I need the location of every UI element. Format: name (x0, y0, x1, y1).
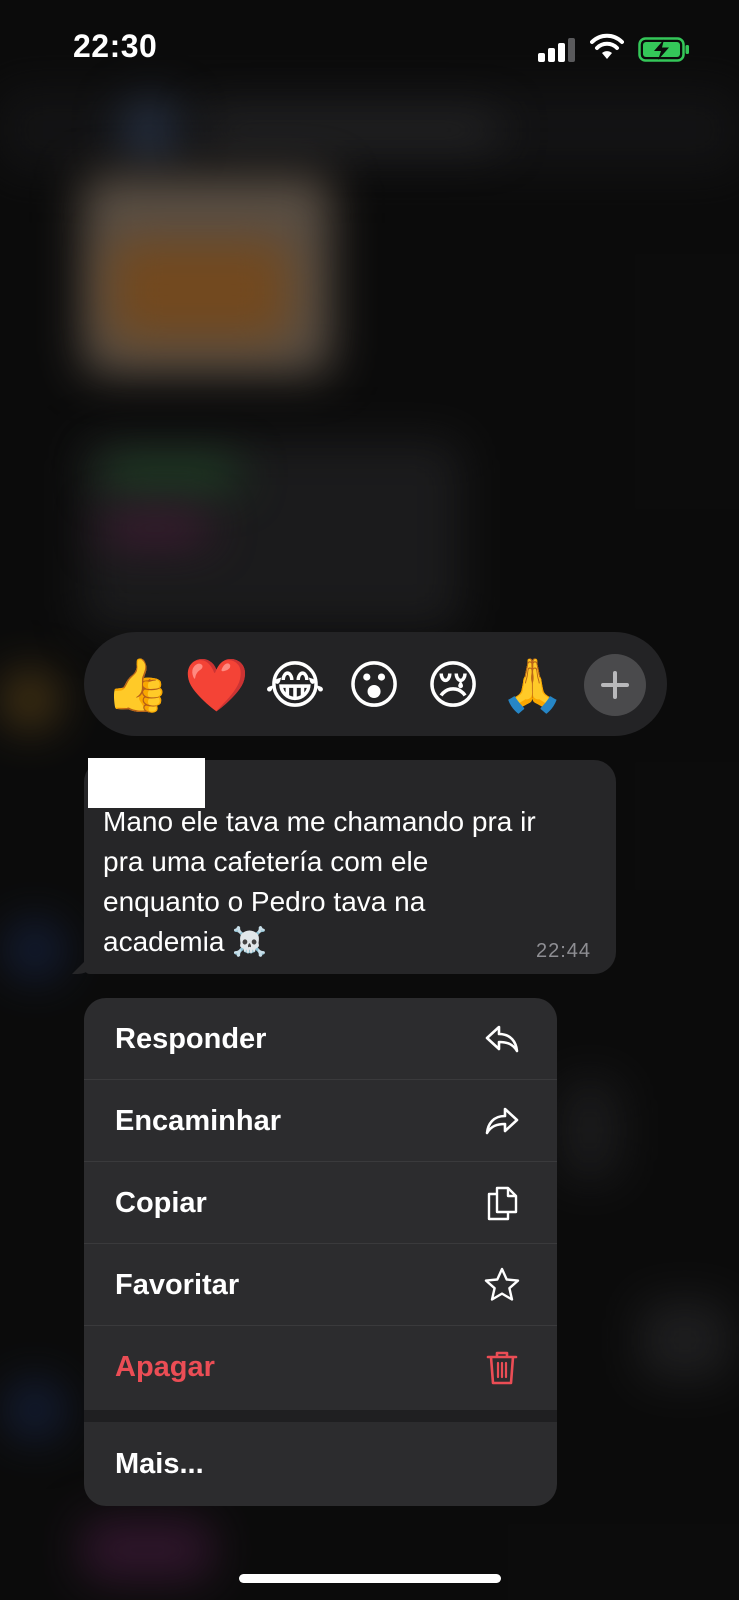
reaction-surprised[interactable]: 😮 (342, 654, 406, 718)
menu-item-label: Responder (115, 1023, 267, 1055)
reaction-thumbs-up[interactable]: 👍 (105, 654, 170, 718)
reaction-bar: 👍 ❤️ 😂 😮 😢 🙏 (84, 632, 667, 736)
menu-item-label: Mais... (115, 1448, 204, 1480)
message-context-menu: Responder Encaminhar Copiar Favoritar Ap… (84, 998, 557, 1506)
menu-item-favorite[interactable]: Favoritar (84, 1244, 557, 1326)
copy-icon (487, 1186, 518, 1221)
reaction-heart[interactable]: ❤️ (184, 654, 249, 718)
reaction-praying-hands[interactable]: 🙏 (500, 654, 565, 718)
star-icon (484, 1267, 520, 1301)
wifi-icon (590, 33, 624, 59)
status-bar: 22:30 (0, 0, 739, 100)
menu-item-label: Favoritar (115, 1269, 240, 1301)
battery-charging-icon (638, 37, 689, 62)
status-time: 22:30 (73, 28, 158, 64)
menu-item-more[interactable]: Mais... (84, 1422, 557, 1506)
menu-item-label: Encaminhar (115, 1105, 281, 1137)
reaction-laughing[interactable]: 😂 (263, 654, 327, 718)
more-reactions-plus-icon[interactable] (584, 654, 646, 716)
menu-item-label: Copiar (115, 1187, 207, 1219)
message-text: Mano ele tava me chamando pra ir pra uma… (103, 806, 536, 957)
cellular-signal-icon (538, 36, 578, 62)
menu-item-reply[interactable]: Responder (84, 998, 557, 1080)
forward-icon (485, 1107, 519, 1135)
reaction-crying[interactable]: 😢 (421, 654, 485, 718)
trash-icon (486, 1351, 518, 1385)
menu-item-label: Apagar (115, 1351, 215, 1383)
menu-item-delete[interactable]: Apagar (84, 1326, 557, 1408)
menu-item-copy[interactable]: Copiar (84, 1162, 557, 1244)
reply-icon (485, 1025, 519, 1053)
home-indicator[interactable] (239, 1574, 501, 1583)
menu-item-forward[interactable]: Encaminhar (84, 1080, 557, 1162)
menu-separator (84, 1410, 557, 1422)
message-timestamp: 22:44 (536, 940, 592, 962)
redacted-sender-name (88, 758, 205, 808)
